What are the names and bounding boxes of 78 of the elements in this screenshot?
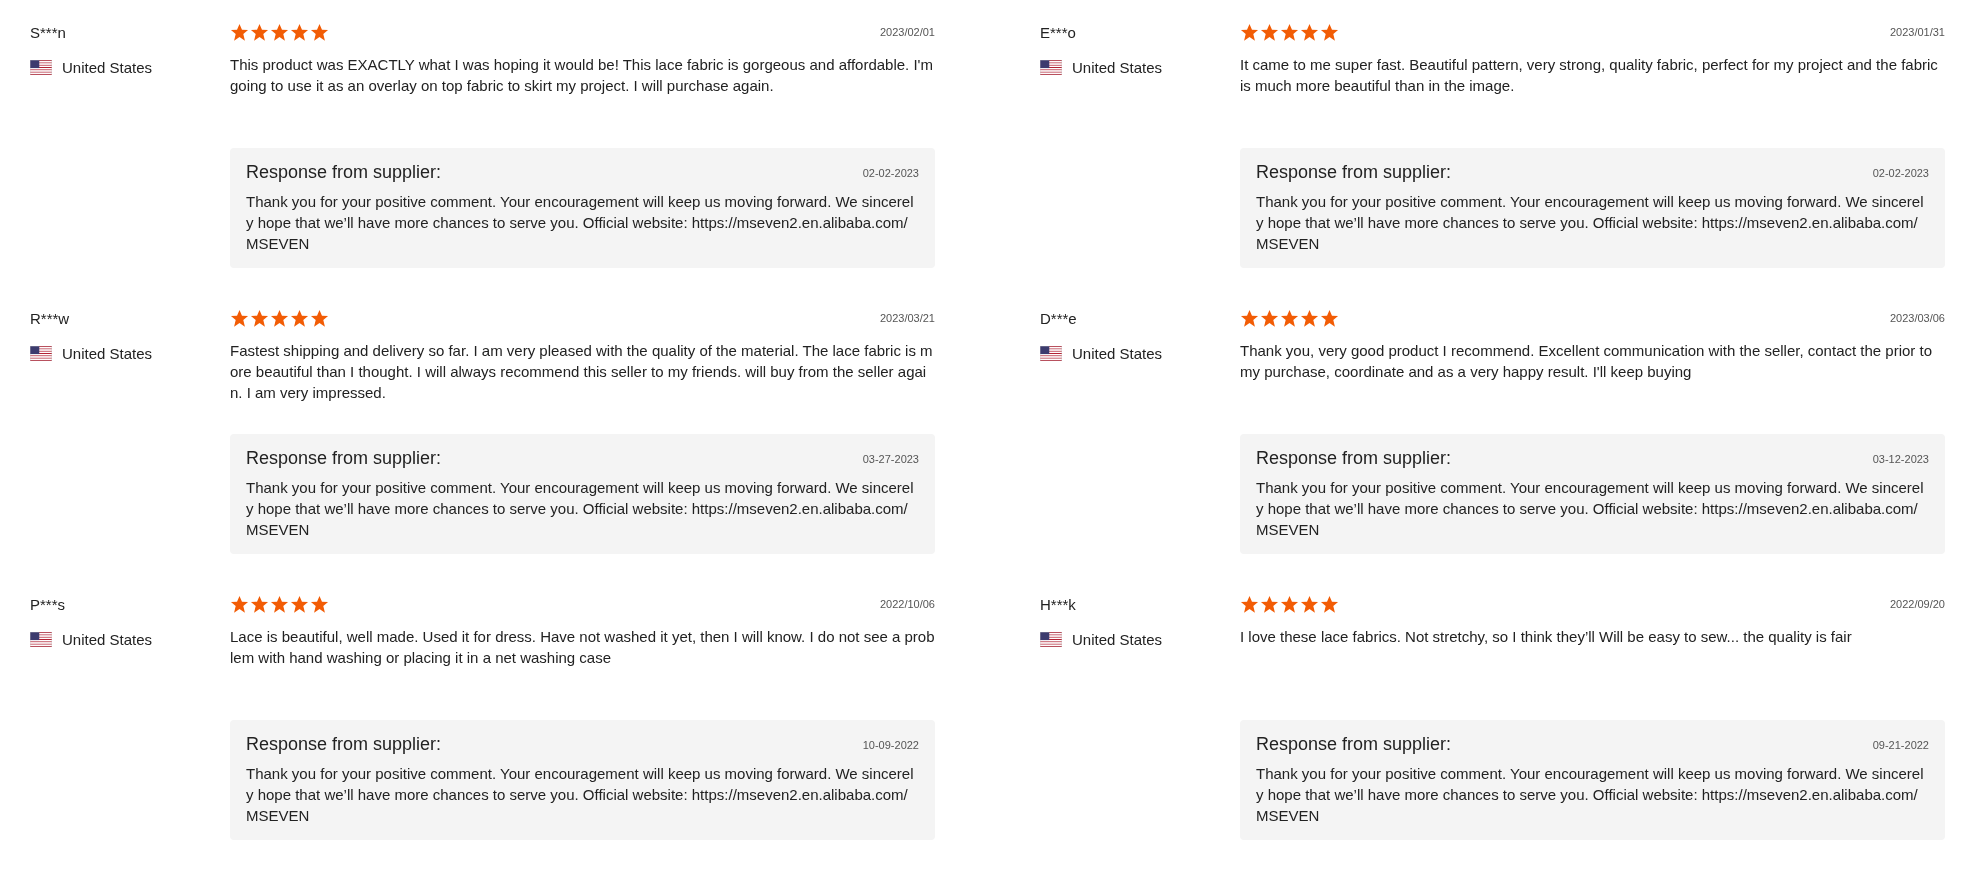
star-icon — [230, 22, 249, 42]
country-name: United States — [1072, 59, 1163, 76]
review-text: Thank you, very good product I recommend. Excellent communication with the seller, contact the prior to my purchase, coordinate and as a very happy result. I'll keep buying — [1240, 341, 1933, 382]
review-date: 2022/10/06 — [879, 598, 935, 610]
flag-icon — [1040, 346, 1062, 361]
response-text: Thank you for your positive comment. Your encouragement will keep us moving forward. We sincerely hope that we’ll have more chances to serve you. Official website: https://mseven2.en.alibaba.com/ MSEVEN — [246, 478, 915, 540]
country-name: United States — [62, 345, 153, 362]
response-title: Response from supplier: — [1256, 734, 1452, 755]
country-name: United States — [1072, 631, 1163, 648]
star-icon — [290, 308, 309, 328]
star-icon — [290, 594, 309, 614]
star-icon — [1240, 22, 1259, 42]
star-icon — [250, 594, 269, 614]
response-date: 10-09-2022 — [862, 738, 919, 751]
star-icon — [230, 594, 249, 614]
flag-icon — [1040, 60, 1062, 75]
country-name: United States — [62, 631, 153, 648]
star-icon — [270, 594, 289, 614]
star-icon — [1280, 22, 1299, 42]
response-date: 02-02-2023 — [1872, 166, 1929, 179]
star-icon — [1240, 594, 1259, 614]
review-text: This product was EXACTLY what I was hoping it would be! This lace fabric is gorgeous and affordable. I'm going to use it as an overlay on top fabric to skirt my project. I will purchase again. — [230, 55, 934, 96]
review-date: 2023/03/21 — [879, 312, 935, 324]
star-icon — [1280, 594, 1299, 614]
response-date: 03-27-2023 — [862, 452, 919, 465]
response-text: Thank you for your positive comment. Your encouragement will keep us moving forward. We sincerely hope that we’ll have more chances to serve you. Official website: https://mseven2.en.alibaba.com/ MSEVEN — [1256, 478, 1925, 540]
response-date: 03-12-2023 — [1872, 452, 1929, 465]
star-icon — [1320, 308, 1339, 328]
reviewer-name: S***n — [30, 24, 66, 41]
review-text: Lace is beautiful, well made. Used it for dress. Have not washed it yet, then I will know. I do not see a problem with hand washing or placing it in a net washing case — [230, 627, 935, 668]
reviewer-name: H***k — [1040, 596, 1076, 613]
star-icon — [1300, 22, 1319, 42]
response-title: Response from supplier: — [246, 448, 442, 469]
star-icon — [270, 22, 289, 42]
review-date: 2023/02/01 — [879, 26, 935, 38]
country-name: United States — [62, 59, 153, 76]
flag-icon — [30, 346, 52, 361]
response-text: Thank you for your positive comment. Your encouragement will keep us moving forward. We sincerely hope that we’ll have more chances to serve you. Official website: https://mseven2.en.alibaba.com/ MSEVEN — [246, 192, 915, 254]
response-title: Response from supplier: — [1256, 448, 1452, 469]
reviewer-name: E***o — [1040, 24, 1076, 41]
star-icon — [290, 22, 309, 42]
star-icon — [1320, 594, 1339, 614]
star-icon — [310, 308, 329, 328]
star-icon — [310, 22, 329, 42]
star-icon — [1300, 594, 1319, 614]
flag-icon — [1040, 632, 1062, 647]
reviewer-name: D***e — [1040, 310, 1077, 327]
star-icon — [270, 308, 289, 328]
flag-icon — [30, 632, 52, 647]
star-icon — [1280, 308, 1299, 328]
response-title: Response from supplier: — [1256, 162, 1452, 183]
star-icon — [1260, 308, 1279, 328]
review-date: 2023/03/06 — [1889, 312, 1945, 324]
reviewer-name: P***s — [30, 596, 66, 613]
response-title: Response from supplier: — [246, 734, 442, 755]
response-date: 02-02-2023 — [862, 166, 919, 179]
response-date: 09-21-2022 — [1872, 738, 1929, 751]
star-icon — [1240, 308, 1259, 328]
country-name: United States — [1072, 345, 1163, 362]
response-title: Response from supplier: — [246, 162, 442, 183]
review-text: Fastest shipping and delivery so far. I am very pleased with the quality of the material. The lace fabric is more beautiful than I thought. I will always recommend this seller to my friends. will buy from the seller again. I am very impressed. — [230, 341, 934, 403]
review-text: It came to me super fast. Beautiful pattern, very strong, quality fabric, perfect for my project and the fabric is much more beautiful than in the image. — [1240, 55, 1939, 96]
response-text: Thank you for your positive comment. Your encouragement will keep us moving forward. We sincerely hope that we’ll have more chances to serve you. Official website: https://mseven2.en.alibaba.com/ MSEVEN — [246, 764, 915, 826]
response-text: Thank you for your positive comment. Your encouragement will keep us moving forward. We sincerely hope that we’ll have more chances to serve you. Official website: https://mseven2.en.alibaba.com/ MSEVEN — [1256, 764, 1925, 826]
response-text: Thank you for your positive comment. Your encouragement will keep us moving forward. We sincerely hope that we’ll have more chances to serve you. Official website: https://mseven2.en.alibaba.com/ MSEVEN — [1256, 192, 1925, 254]
review-text: I love these lace fabrics. Not stretchy, so I think they’ll Will be easy to sew... the quality is fair — [1240, 627, 1853, 647]
star-icon — [1260, 594, 1279, 614]
review-date: 2022/09/20 — [1889, 598, 1945, 610]
star-icon — [1260, 22, 1279, 42]
star-icon — [310, 594, 329, 614]
review-date: 2023/01/31 — [1889, 26, 1945, 38]
flag-icon — [30, 60, 52, 75]
star-icon — [230, 308, 249, 328]
star-icon — [1300, 308, 1319, 328]
star-icon — [250, 308, 269, 328]
reviewer-name: R***w — [30, 310, 70, 327]
star-icon — [1320, 22, 1339, 42]
star-icon — [250, 22, 269, 42]
